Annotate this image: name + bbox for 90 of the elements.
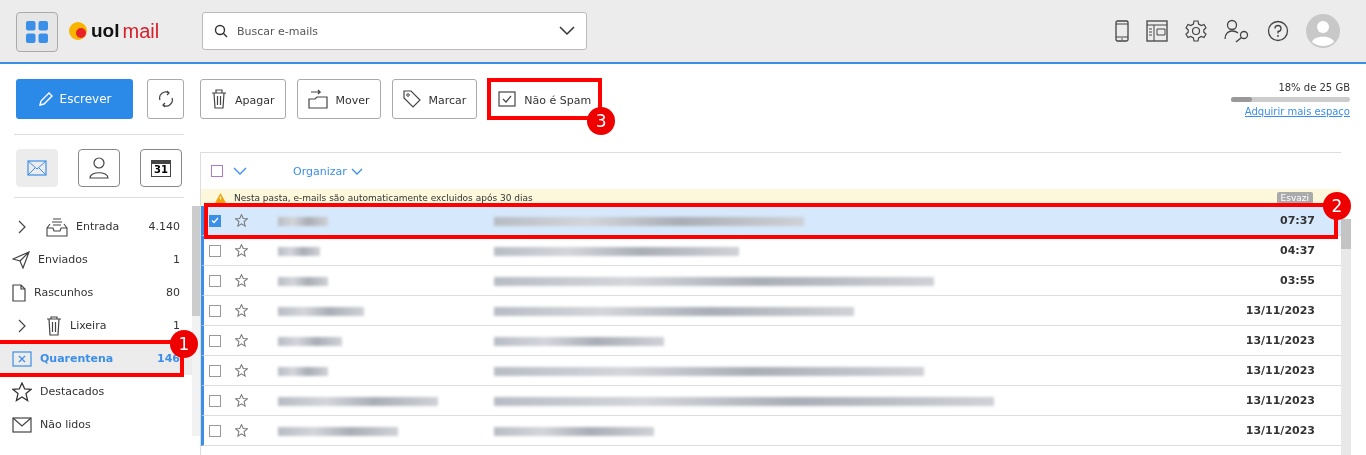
inbox-icon bbox=[46, 216, 68, 237]
compose-button[interactable]: Escrever bbox=[16, 79, 133, 119]
folder-item[interactable]: Destacados bbox=[0, 375, 192, 408]
email-time: 13/11/2023 bbox=[1245, 394, 1315, 407]
trash-icon bbox=[211, 89, 227, 109]
folder-item[interactable]: Entrada 4.140 bbox=[0, 210, 192, 243]
envelope-icon bbox=[27, 160, 47, 176]
paper-plane-icon bbox=[12, 250, 30, 269]
email-row[interactable]: 04:37 bbox=[201, 236, 1341, 266]
apps-button[interactable] bbox=[16, 12, 58, 52]
calendar-tab[interactable]: 31 bbox=[140, 149, 182, 187]
settings-icon[interactable] bbox=[1185, 20, 1207, 42]
pencil-icon bbox=[37, 91, 54, 107]
envelope-x-icon bbox=[12, 350, 32, 367]
blurred-sender bbox=[278, 246, 320, 256]
action-button[interactable]: Mover bbox=[296, 79, 381, 119]
select-all-checkbox[interactable] bbox=[211, 165, 223, 177]
action-button[interactable]: Apagar bbox=[200, 79, 286, 119]
email-time: 13/11/2023 bbox=[1245, 364, 1315, 377]
email-row[interactable]: 13/11/2023 bbox=[201, 356, 1341, 386]
email-time: 13/11/2023 bbox=[1245, 424, 1315, 437]
email-row[interactable]: 13/11/2023 bbox=[201, 386, 1341, 416]
email-time: 13/11/2023 bbox=[1245, 334, 1315, 347]
blurred-sender bbox=[278, 216, 328, 226]
person-icon bbox=[89, 157, 109, 179]
chevron-down-icon[interactable] bbox=[233, 167, 247, 175]
contacts-tab[interactable] bbox=[78, 149, 120, 187]
refresh-icon bbox=[156, 90, 175, 108]
action-button[interactable]: Marcar bbox=[391, 79, 478, 119]
row-checkbox[interactable] bbox=[209, 274, 221, 287]
blurred-sender bbox=[278, 276, 328, 286]
row-checkbox[interactable] bbox=[209, 214, 221, 227]
chevron-right-icon[interactable] bbox=[18, 318, 26, 333]
notice-text: Nesta pasta, e-mails são automaticamente excluidos após 30 dias bbox=[234, 192, 533, 203]
refresh-button[interactable] bbox=[147, 79, 184, 119]
chevron-down-icon bbox=[350, 167, 363, 175]
star-icon[interactable] bbox=[235, 304, 248, 317]
document-icon bbox=[12, 283, 26, 302]
grid-icon bbox=[26, 21, 48, 43]
folder-item[interactable]: Rascunhos 80 bbox=[0, 276, 192, 309]
buy-storage-link[interactable]: Adquirir mais espaço bbox=[1244, 105, 1350, 117]
user-key-icon[interactable] bbox=[1224, 19, 1250, 43]
folder-arrow-icon bbox=[307, 89, 328, 109]
star-icon[interactable] bbox=[235, 394, 248, 407]
search-field[interactable]: Buscar e-mails bbox=[202, 12, 587, 50]
storage-text: 18% de 25 GB bbox=[1278, 81, 1350, 93]
email-time: 04:37 bbox=[1280, 244, 1315, 257]
callout-badge: 3 bbox=[587, 107, 616, 135]
search-icon bbox=[214, 24, 228, 38]
sun-logo-icon bbox=[68, 21, 88, 41]
row-checkbox[interactable] bbox=[209, 304, 221, 317]
checkbox-icon bbox=[498, 91, 517, 107]
star-icon bbox=[12, 381, 32, 402]
star-icon[interactable] bbox=[235, 244, 248, 257]
star-icon[interactable] bbox=[235, 214, 248, 227]
email-time: 13/11/2023 bbox=[1245, 304, 1315, 317]
star-icon[interactable] bbox=[235, 364, 248, 377]
help-icon[interactable] bbox=[1267, 20, 1289, 42]
scrollbar-thumb[interactable] bbox=[1341, 219, 1351, 249]
row-checkbox[interactable] bbox=[209, 364, 221, 377]
trash-icon bbox=[46, 315, 62, 336]
email-time: 07:37 bbox=[1280, 214, 1315, 227]
envelope-icon bbox=[12, 416, 32, 433]
row-checkbox[interactable] bbox=[209, 424, 221, 437]
row-checkbox[interactable] bbox=[209, 244, 221, 257]
tag-icon bbox=[402, 90, 421, 108]
organize-button[interactable]: Organizar bbox=[293, 164, 363, 178]
logo-product: mail bbox=[122, 19, 160, 43]
phone-icon[interactable] bbox=[1115, 20, 1129, 42]
star-icon[interactable] bbox=[235, 274, 248, 287]
email-time: 03:55 bbox=[1280, 274, 1315, 287]
star-icon[interactable] bbox=[235, 334, 248, 347]
blurred-sender bbox=[278, 336, 342, 346]
warning-icon bbox=[215, 192, 226, 203]
folder-item[interactable]: Não lidos bbox=[0, 408, 192, 441]
blurred-sender bbox=[278, 366, 328, 376]
logo-brand: uol bbox=[91, 20, 120, 42]
scrollbar-thumb[interactable] bbox=[192, 206, 200, 316]
email-row[interactable]: 13/11/2023 bbox=[201, 326, 1341, 356]
email-row[interactable]: 03:55 bbox=[201, 266, 1341, 296]
folder-item[interactable]: Enviados 1 bbox=[0, 243, 192, 276]
chevron-right-icon[interactable] bbox=[18, 219, 26, 234]
star-icon[interactable] bbox=[235, 424, 248, 437]
row-checkbox[interactable] bbox=[209, 394, 221, 407]
caret-icon[interactable] bbox=[559, 26, 575, 36]
email-row[interactable]: 13/11/2023 bbox=[201, 296, 1341, 326]
callout-badge: 2 bbox=[1323, 192, 1351, 220]
row-checkbox[interactable] bbox=[209, 334, 221, 347]
layout-icon[interactable] bbox=[1146, 20, 1168, 42]
email-row[interactable]: 13/11/2023 bbox=[201, 416, 1341, 446]
